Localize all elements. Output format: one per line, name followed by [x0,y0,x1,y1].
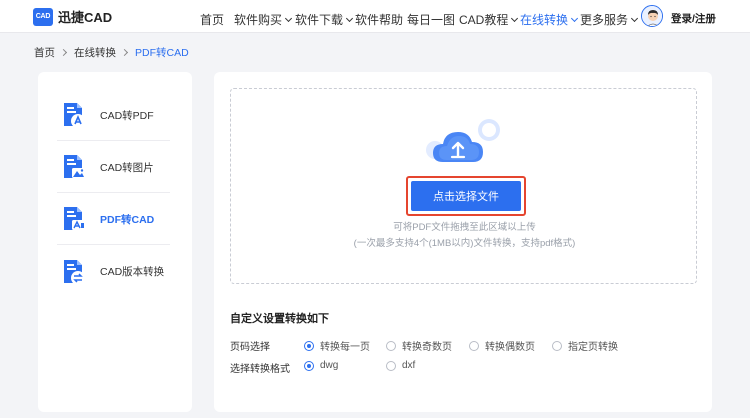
settings-title: 自定义设置转换如下 [230,313,329,325]
select-file-button[interactable]: 点击选择文件 [406,176,526,216]
radio-even-pages[interactable]: 转换偶数页 [469,338,535,353]
radio-dxf[interactable]: dxf [386,360,415,371]
nav-online-convert[interactable]: 在线转换 [520,11,579,28]
drop-hint: 可将PDF文件拖拽至此区域以上传 [393,222,536,233]
breadcrumb-current: PDF转CAD [135,47,189,59]
pdf-to-cad-icon [60,205,88,233]
top-navigation-bar: CAD 迅捷CAD 首页 软件购买 软件下载 软件帮助 每日一图 CAD教程 在… [0,0,750,33]
sidebar-item-cad-version[interactable]: CAD版本转换 [57,246,170,297]
radio-odd-pages[interactable]: 转换奇数页 [386,338,452,353]
radio-specific-pages[interactable]: 指定页转换 [552,338,618,353]
sidebar-item-pdf-to-cad[interactable]: PDF转CAD [57,194,170,245]
nav-daily-image[interactable]: 每日一图 [407,11,455,28]
radio-button[interactable] [386,340,396,351]
sidebar-item-cad-to-pdf[interactable]: CAD转PDF [57,90,170,141]
sidebar-item-label: CAD转图片 [100,161,154,174]
page-select-row: 页码选择 转换每一页 转换奇数页 转换偶数页 指定页转换 [230,337,700,353]
format-select-row: 选择转换格式 dwg dxf [230,359,700,375]
avatar[interactable] [641,5,663,27]
site-logo[interactable]: CAD 迅捷CAD [33,7,112,26]
sidebar-item-label: PDF转CAD [100,213,155,226]
conversion-sidebar: CAD转PDF CAD转图片 PDF转CAD CAD版本转换 [38,72,192,412]
chevron-down-icon [630,14,639,22]
breadcrumb-home[interactable]: 首页 [34,45,55,60]
page-select-label: 页码选择 [230,342,270,353]
radio-every-page[interactable]: 转换每一页 [304,338,370,353]
nav-download[interactable]: 软件下载 [295,11,354,28]
sidebar-item-label: CAD版本转换 [100,266,165,278]
file-drop-zone[interactable]: 点击选择文件 可将PDF文件拖拽至此区域以上传 (一次最多支持4个(1MB以内)… [230,88,697,284]
nav-buy[interactable]: 软件购买 [234,11,293,28]
radio-button[interactable] [469,340,479,351]
sidebar-item-cad-to-image[interactable]: CAD转图片 [57,142,170,193]
radio-button[interactable] [386,360,396,371]
format-select-label: 选择转换格式 [230,364,290,375]
conversion-panel: 点击选择文件 可将PDF文件拖拽至此区域以上传 (一次最多支持4个(1MB以内)… [214,72,712,412]
select-file-button-label: 点击选择文件 [411,181,521,211]
chevron-down-icon [511,14,519,22]
radio-dwg[interactable]: dwg [304,360,338,371]
chevron-down-icon [570,14,579,22]
breadcrumb-online-convert[interactable]: 在线转换 [74,45,116,60]
breadcrumb: 首页 在线转换 PDF转CAD [34,45,189,60]
chevron-right-icon [120,48,129,57]
file-limit-hint: (一次最多支持4个(1MB以内)文件转换，支持pdf格式) [353,238,576,249]
radio-button[interactable] [304,340,314,351]
login-register-link[interactable]: 登录/注册 [671,11,716,26]
chevron-down-icon [284,14,293,22]
cad-to-image-icon [60,153,88,181]
radio-button[interactable] [552,340,562,351]
nav-cad-tutorial[interactable]: CAD教程 [459,11,519,28]
chevron-right-icon [59,48,68,57]
logo-mark: CAD [33,7,53,26]
nav-help[interactable]: 软件帮助 [355,11,403,28]
nav-more-services[interactable]: 更多服务 [580,11,639,28]
cloud-upload-icon [425,116,505,166]
user-avatar-icon [642,6,662,26]
chevron-down-icon [345,14,354,22]
nav-home[interactable]: 首页 [200,11,224,28]
logo-text: 迅捷CAD [58,10,113,25]
cad-version-icon [60,258,88,286]
sidebar-item-label: CAD转PDF [100,109,154,122]
cad-to-pdf-icon [60,101,88,129]
radio-button[interactable] [304,360,314,371]
